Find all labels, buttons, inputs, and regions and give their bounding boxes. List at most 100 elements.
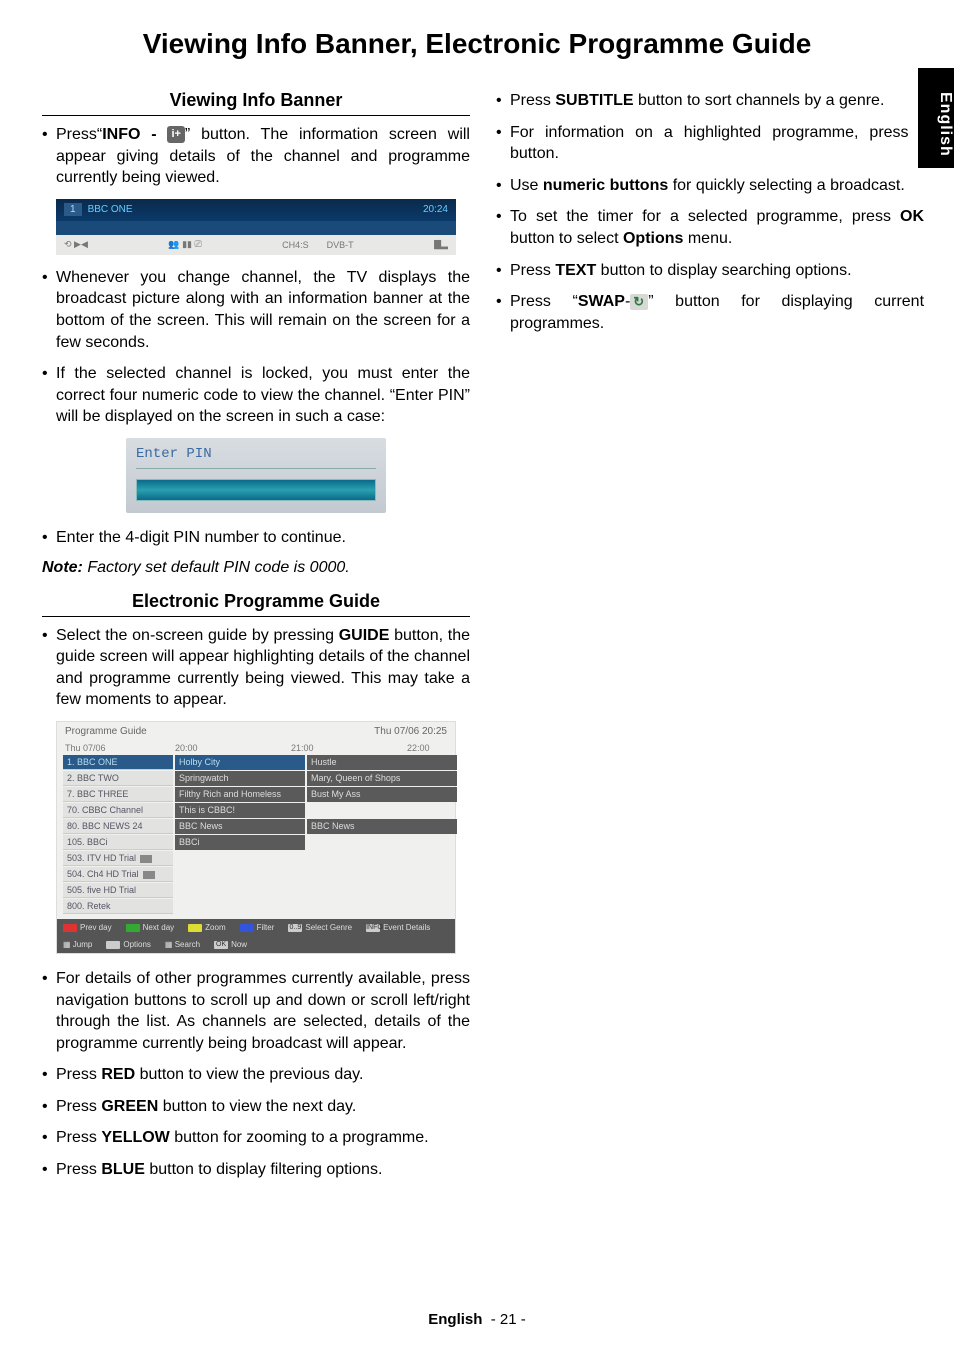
legend-event: INFOEvent Details [366,923,430,932]
legend-search: ▦ Search [165,940,200,949]
list-item: Press TEXT button to display searching o… [496,260,924,282]
bold: TEXT [555,262,596,279]
legend-select-genre: 0..9Select Genre [288,923,352,932]
epg-programme [307,835,457,850]
epg-programme: Bust My Ass [307,787,457,802]
bold: Options [623,230,683,247]
bold: BLUE [101,1161,145,1178]
page-footer: English - 21 - [0,1311,954,1328]
epg-channel: 105. BBCi [63,835,173,850]
legend-zoom: Zoom [188,923,225,932]
info-banner-screenshot: 1BBC ONE 20:24 ⟲ ▶◀ 👥 ▮▮ ⎚ CH4:SDVB-T ▇▂ [56,199,456,255]
list-item: Select the on-screen guide by pressing G… [42,625,470,711]
bold: SWAP [578,293,625,310]
epg-row: 503. ITV HD Trial [63,851,449,866]
left-column: Viewing Info Banner Press“INFO - i+” but… [42,90,470,1191]
epg-programme: Mary, Queen of Shops [307,771,457,786]
epg-timebar: Thu 07/06 20:00 21:00 22:00 [57,741,455,755]
list-item: If the selected channel is locked, you m… [42,363,470,428]
text: for quickly selecting a broadcast. [668,177,905,194]
text: button to view the next day. [158,1098,356,1115]
epg-date: Thu 07/06 20:25 [374,726,447,737]
channel-name: BBC ONE [88,204,133,215]
section-heading-info-banner: Viewing Info Banner [42,90,470,116]
legend-prev: Prev day [63,923,112,932]
legend-options: Options [106,940,151,949]
info-banner-list-3: Enter the 4-digit PIN number to continue… [42,527,470,549]
left-icons: ⟲ ▶◀ [64,239,88,250]
text: To set the timer for a selected programm… [510,208,900,225]
list-item: To set the timer for a selected programm… [496,206,924,249]
content-columns: Viewing Info Banner Press“INFO - i+” but… [0,70,954,1191]
epg-row: 505. five HD Trial [63,883,449,898]
epg-channel: 70. CBBC Channel [63,803,173,818]
list-item: Use numeric buttons for quickly selectin… [496,175,924,197]
epg-row: 2. BBC TWOSpringwatchMary, Queen of Shop… [63,771,449,786]
epg-header: Programme Guide Thu 07/06 20:25 [57,722,455,741]
bold: numeric buttons [543,177,668,194]
epg-channel: 505. five HD Trial [63,883,173,898]
text: Press“ [56,126,102,143]
footer-page: - 21 - [491,1311,526,1328]
info-banner-list-2: Whenever you change channel, the TV disp… [42,267,470,428]
epg-row: 800. Retek [63,899,449,914]
epg-row: 105. BBCiBBCi [63,835,449,850]
text: Use [510,177,543,194]
epg-programme: BBCi [175,835,305,850]
epg-programme [175,883,305,898]
pin-divider [136,468,376,469]
epg-channel: 503. ITV HD Trial [63,851,173,866]
text: Press [510,262,555,279]
epg-channel: 504. Ch4 HD Trial [63,867,173,882]
epg-programme [175,899,305,914]
text: Select the on-screen guide by pressing [56,627,339,644]
text: button to sort channels by a genre. [634,92,885,109]
pin-field [136,479,376,501]
epg-time: 20:00 [175,743,291,753]
epg-programme [307,867,457,882]
text: button to display filtering options. [145,1161,382,1178]
text: For information on a highlighted program… [510,124,920,141]
list-item: Press YELLOW button for zooming to a pro… [42,1127,470,1149]
epg-channel: 800. Retek [63,899,173,914]
bold: RED [101,1066,135,1083]
epg-day: Thu 07/06 [65,743,175,753]
legend-filter: Filter [240,923,275,932]
text: Press [56,1066,101,1083]
epg-programme [307,899,457,914]
info-banner-top: 1BBC ONE 20:24 [56,199,456,221]
tags: CH4:SDVB-T [282,240,354,250]
right-icon: ▇▂ [434,239,448,250]
pin-title: Enter PIN [136,446,376,462]
channel-number: 1 [64,203,82,216]
mid-icons: 👥 ▮▮ ⎚ [168,239,201,250]
epg-time: 21:00 [291,743,407,753]
tag: CH4:S [282,240,309,250]
bold: i [920,124,924,141]
list-item: Press BLUE button to display filtering o… [42,1159,470,1181]
epg-title: Programme Guide [65,726,147,737]
bold: SUBTITLE [555,92,633,109]
list-item: Whenever you change channel, the TV disp… [42,267,470,353]
epg-row: 80. BBC NEWS 24BBC NewsBBC News [63,819,449,834]
bold: INFO - [102,126,156,143]
epg-programme [175,851,305,866]
page-title: Viewing Info Banner, Electronic Programm… [0,0,954,70]
footer-lang: English [428,1311,482,1328]
epg-channel: 80. BBC NEWS 24 [63,819,173,834]
list-item: Press RED button to view the previous da… [42,1064,470,1086]
channel-block: 1 BBC ONE [64,204,133,215]
epg-programme: BBC News [307,819,457,834]
text: button. [510,145,559,162]
swap-icon [630,294,648,310]
legend-next: Next day [126,923,175,932]
info-banner-mid [56,221,456,235]
epg-programme [175,867,305,882]
epg-programme: BBC News [175,819,305,834]
epg-programme: This is CBBC! [175,803,305,818]
bold: OK [900,208,924,225]
epg-programme: Hustle [307,755,457,770]
info-banner-list: Press“INFO - i+” button. The information… [42,124,470,189]
list-item: Press GREEN button to view the next day. [42,1096,470,1118]
info-banner-bottom: ⟲ ▶◀ 👥 ▮▮ ⎚ CH4:SDVB-T ▇▂ [56,235,456,255]
